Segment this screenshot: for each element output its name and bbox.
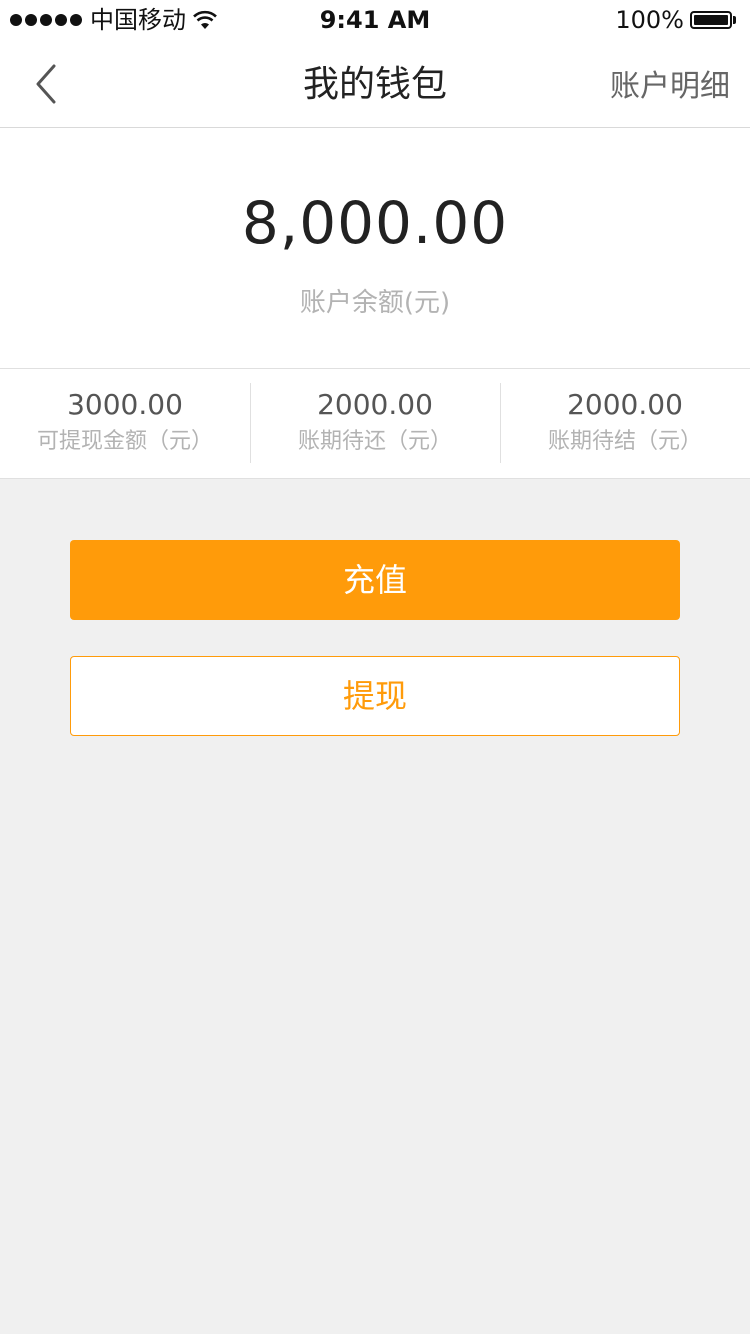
stat-payable: 2000.00 账期待还（元） [250, 369, 500, 478]
stat-receivable: 2000.00 账期待结（元） [500, 369, 750, 478]
stat-value: 3000.00 [67, 388, 183, 421]
wallet-header-panel: 中国移动 9:41 AM 100% 我的钱包 账户明细 8,000.00 账户余… [0, 0, 750, 479]
recharge-button[interactable]: 充值 [70, 540, 680, 620]
balance-amount: 8,000.00 [241, 189, 509, 257]
status-bar: 中国移动 9:41 AM 100% [0, 0, 750, 40]
nav-bar: 我的钱包 账户明细 [0, 40, 750, 128]
battery-tip [733, 16, 736, 24]
stat-label: 账期待结（元） [547, 429, 702, 454]
withdraw-button[interactable]: 提现 [70, 656, 680, 736]
stat-value: 2000.00 [567, 388, 683, 421]
balance-label: 账户余额(元) [299, 288, 451, 318]
balance-stats: 3000.00 可提现金额（元） 2000.00 账期待还（元） 2000.00… [0, 368, 750, 479]
stat-value: 2000.00 [317, 388, 433, 421]
battery-percent: 100% [615, 6, 684, 34]
stat-label: 可提现金额（元） [36, 429, 213, 454]
stat-withdrawable: 3000.00 可提现金额（元） [0, 369, 250, 478]
battery-icon [690, 11, 732, 29]
account-details-link[interactable]: 账户明细 [610, 66, 730, 108]
stat-label: 账期待还（元） [297, 429, 452, 454]
status-right: 100% [615, 6, 736, 34]
